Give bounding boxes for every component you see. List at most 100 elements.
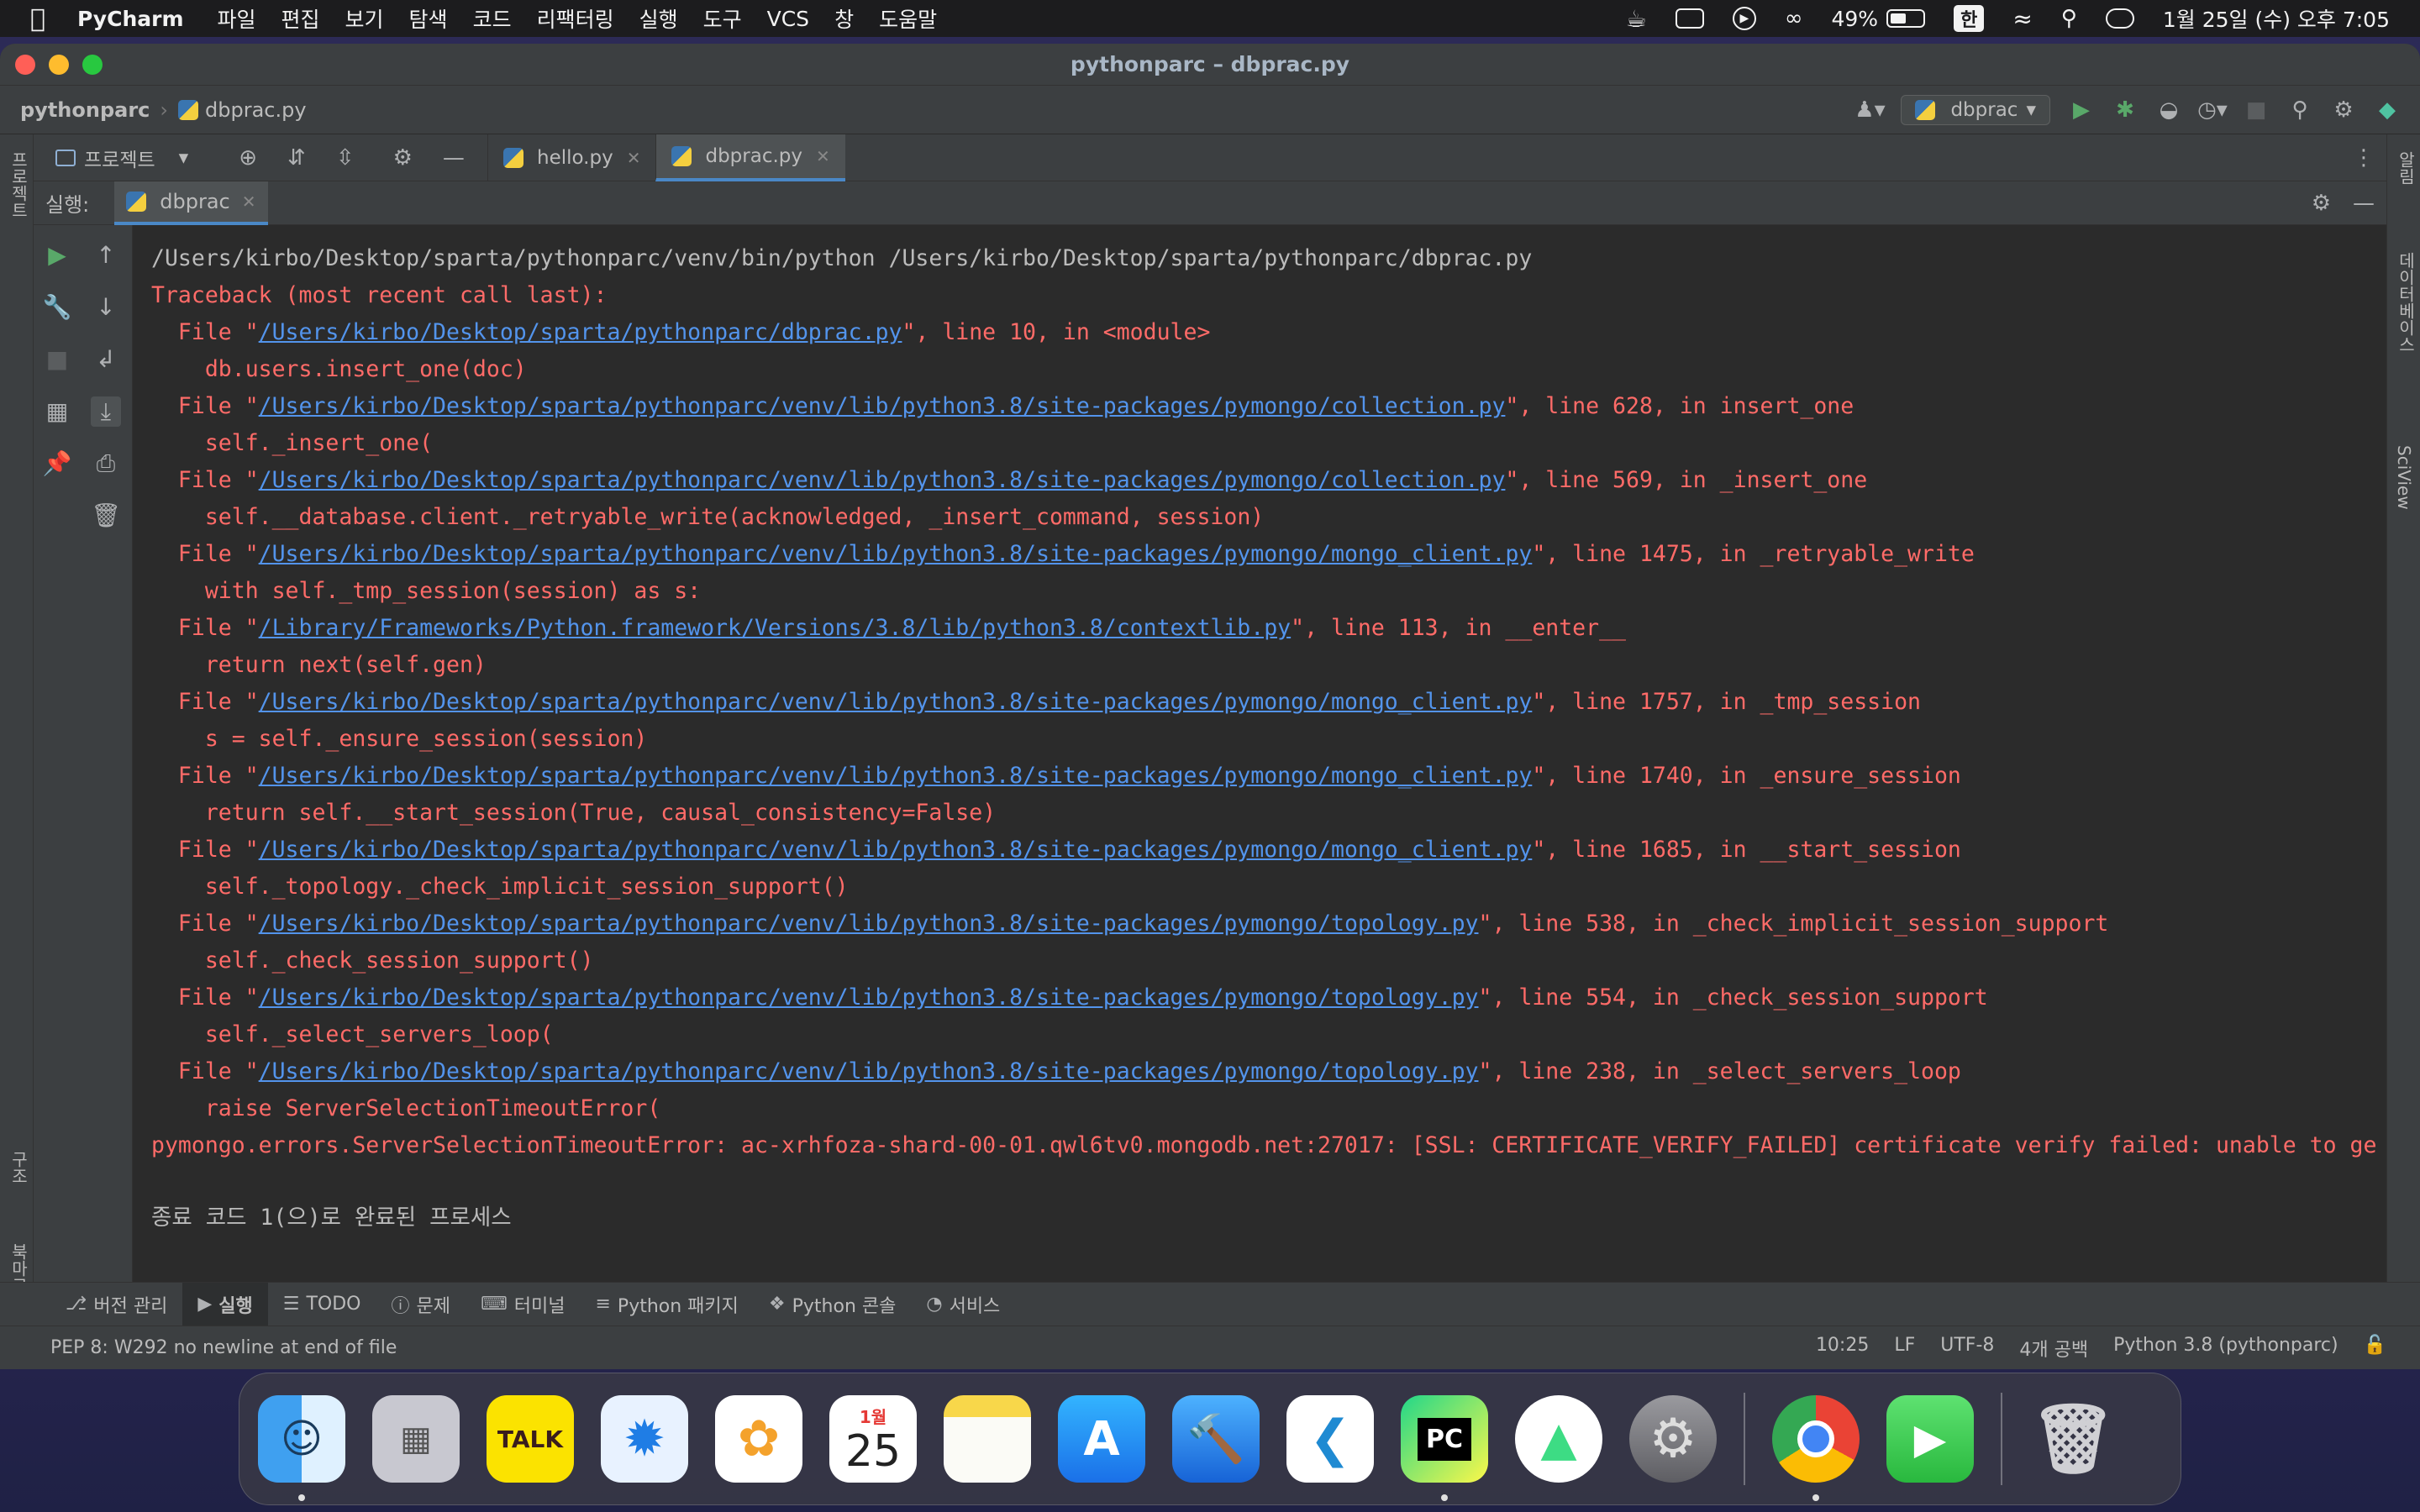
lock-icon[interactable]: 🔓 bbox=[2364, 1335, 2386, 1362]
minimize-window-button[interactable] bbox=[49, 54, 69, 75]
run-settings-gear-icon[interactable]: ⚙ bbox=[2312, 191, 2331, 216]
layout-icon[interactable]: ▦ bbox=[42, 396, 72, 427]
rerun-icon[interactable]: ▶ bbox=[42, 240, 72, 270]
menu-edit[interactable]: 편집 bbox=[281, 3, 320, 34]
hide-panel-icon[interactable]: — bbox=[443, 145, 465, 171]
chrome-app-icon[interactable] bbox=[1772, 1395, 1860, 1501]
indent-setting[interactable]: 4개 공백 bbox=[2019, 1335, 2088, 1362]
tool-window-info[interactable]: ⓘ 문제 bbox=[376, 1283, 466, 1326]
breadcrumb-project[interactable]: pythonparc bbox=[20, 98, 150, 122]
run-configuration-select[interactable]: dbprac ▾ bbox=[1901, 94, 2050, 125]
wifi-icon[interactable]: ≈ bbox=[2012, 5, 2032, 33]
safari-app-icon[interactable]: ✹ bbox=[601, 1395, 688, 1483]
profile-button[interactable]: ◷▾ bbox=[2197, 97, 2228, 123]
menu-tools[interactable]: 도구 bbox=[703, 3, 742, 34]
menu-help[interactable]: 도움말 bbox=[879, 3, 937, 34]
close-window-button[interactable] bbox=[15, 54, 35, 75]
tool-window-services[interactable]: ◔ 서비스 bbox=[911, 1283, 1015, 1326]
battery-status[interactable]: 49% bbox=[1832, 7, 1926, 31]
pycharm-app-icon[interactable]: PC bbox=[1401, 1395, 1488, 1501]
traceback-file-link[interactable]: /Users/kirbo/Desktop/sparta/pythonparc/d… bbox=[259, 319, 902, 345]
calendar-app-icon[interactable]: 1월 25 bbox=[829, 1395, 917, 1483]
close-tab-icon[interactable]: ✕ bbox=[816, 146, 830, 166]
app-store-app-icon[interactable]: A bbox=[1058, 1395, 1145, 1483]
menu-window[interactable]: 창 bbox=[834, 3, 854, 34]
launchpad-app-icon[interactable]: ▦ bbox=[372, 1395, 460, 1483]
project-tool-label[interactable]: 프로젝트 bbox=[7, 151, 31, 218]
coverage-button[interactable]: ◒ bbox=[2156, 97, 2181, 123]
arrow-down-icon[interactable]: ↓ bbox=[91, 292, 121, 323]
tab-dbprac-py[interactable]: dbprac.py ✕ bbox=[655, 134, 845, 181]
settings-gear-icon[interactable]: ⚙ bbox=[2331, 97, 2356, 123]
control-center-icon[interactable] bbox=[2105, 8, 2134, 29]
breadcrumb-file[interactable]: dbprac.py bbox=[205, 98, 307, 122]
trash-icon[interactable]: 🗑 bbox=[2029, 1395, 2117, 1483]
traceback-file-link[interactable]: /Users/kirbo/Desktop/sparta/pythonparc/v… bbox=[259, 1058, 1479, 1084]
screen-mirror-icon[interactable] bbox=[1675, 8, 1704, 29]
options-gear-icon[interactable]: ⚙ bbox=[393, 145, 413, 171]
hide-run-panel-icon[interactable]: — bbox=[2353, 191, 2375, 216]
tool-window-branch[interactable]: ⎇ 버전 관리 bbox=[50, 1283, 182, 1326]
search-everywhere-icon[interactable]: ⚲ bbox=[2287, 97, 2312, 123]
project-view-dropdown[interactable]: 프로젝트 ▾ ⊕ ⇵ ⇳ ⚙ — bbox=[34, 144, 487, 172]
tool-window-play[interactable]: ▶ 실행 bbox=[182, 1282, 268, 1326]
traceback-file-link[interactable]: /Users/kirbo/Desktop/sparta/pythonparc/v… bbox=[259, 689, 1533, 715]
scroll-to-end-icon[interactable]: ⤓ bbox=[91, 396, 121, 427]
system-settings-app-icon[interactable]: ⚙ bbox=[1629, 1395, 1717, 1483]
traceback-file-link[interactable]: /Library/Frameworks/Python.framework/Ver… bbox=[259, 615, 1292, 641]
tool-window-layers[interactable]: ≡ Python 패키지 bbox=[580, 1283, 753, 1326]
notifications-tool-label[interactable]: 알림 bbox=[2394, 151, 2418, 185]
media-play-icon[interactable]: ▶ bbox=[1732, 7, 1756, 30]
sciview-tool-label[interactable]: SciView bbox=[2394, 445, 2414, 510]
facetime-app-icon[interactable]: ▶ bbox=[1886, 1395, 1974, 1483]
menu-navigate[interactable]: 탐색 bbox=[409, 3, 448, 34]
python-interpreter[interactable]: Python 3.8 (pythonparc) bbox=[2113, 1335, 2338, 1362]
menu-file[interactable]: 파일 bbox=[218, 3, 256, 34]
photos-app-icon[interactable]: ✿ bbox=[715, 1395, 802, 1483]
database-tool-label[interactable]: 데이터베이스 bbox=[2394, 252, 2418, 353]
menu-run[interactable]: 실행 bbox=[639, 3, 678, 34]
tool-window-list[interactable]: ☰ TODO bbox=[268, 1283, 376, 1326]
edit-config-wrench-icon[interactable]: 🔧 bbox=[42, 292, 72, 323]
coffee-cup-icon[interactable]: ☕ bbox=[1626, 5, 1647, 33]
notes-app-icon[interactable] bbox=[944, 1395, 1031, 1483]
menu-app-name[interactable]: PyCharm bbox=[77, 7, 183, 31]
spotlight-search-icon[interactable]: ⚲ bbox=[2061, 6, 2077, 31]
debug-button[interactable]: ✱ bbox=[2112, 97, 2138, 123]
menu-refactor[interactable]: 리팩터링 bbox=[537, 3, 614, 34]
menu-code[interactable]: 코드 bbox=[473, 3, 512, 34]
apple-menu-icon[interactable]:  bbox=[30, 4, 45, 34]
run-tab-dbprac[interactable]: dbprac ✕ bbox=[114, 181, 268, 225]
clear-trash-icon[interactable]: 🗑 bbox=[91, 501, 121, 531]
tab-hello-py[interactable]: hello.py ✕ bbox=[487, 134, 655, 181]
soft-wrap-icon[interactable]: ↲ bbox=[91, 344, 121, 375]
more-options-icon[interactable]: ⋮ bbox=[2353, 145, 2375, 171]
traceback-file-link[interactable]: /Users/kirbo/Desktop/sparta/pythonparc/v… bbox=[259, 911, 1479, 937]
locate-target-icon[interactable]: ⊕ bbox=[239, 145, 257, 171]
tool-window-python[interactable]: ❖ Python 콘솔 bbox=[754, 1283, 911, 1326]
traceback-file-link[interactable]: /Users/kirbo/Desktop/sparta/pythonparc/v… bbox=[259, 763, 1533, 789]
kakaotalk-app-icon[interactable]: TALK bbox=[487, 1395, 574, 1483]
structure-tool-label[interactable]: 구조 bbox=[7, 1151, 31, 1184]
line-separator[interactable]: LF bbox=[1894, 1335, 1915, 1362]
traceback-file-link[interactable]: /Users/kirbo/Desktop/sparta/pythonparc/v… bbox=[259, 393, 1506, 419]
input-method-indicator[interactable]: 한 bbox=[1954, 5, 1985, 32]
caret-position[interactable]: 10:25 bbox=[1816, 1335, 1869, 1362]
traceback-file-link[interactable]: /Users/kirbo/Desktop/sparta/pythonparc/v… bbox=[259, 541, 1533, 567]
finder-app-icon[interactable]: ☺ bbox=[258, 1395, 345, 1501]
traceback-file-link[interactable]: /Users/kirbo/Desktop/sparta/pythonparc/v… bbox=[259, 837, 1533, 863]
arrow-up-icon[interactable]: ↑ bbox=[91, 240, 121, 270]
android-studio-app-icon[interactable]: ▲ bbox=[1515, 1395, 1602, 1483]
traceback-file-link[interactable]: /Users/kirbo/Desktop/sparta/pythonparc/v… bbox=[259, 984, 1479, 1011]
zoom-window-button[interactable] bbox=[82, 54, 103, 75]
expand-all-icon[interactable]: ⇵ bbox=[287, 145, 306, 171]
link-icon[interactable]: ∞ bbox=[1785, 6, 1803, 31]
file-encoding[interactable]: UTF-8 bbox=[1940, 1335, 1994, 1362]
close-tab-icon[interactable]: ✕ bbox=[242, 192, 256, 212]
close-tab-icon[interactable]: ✕ bbox=[627, 148, 641, 168]
menu-vcs[interactable]: VCS bbox=[767, 7, 809, 31]
status-message[interactable]: PEP 8: W292 no newline at end of file bbox=[50, 1337, 397, 1358]
collapse-all-icon[interactable]: ⇳ bbox=[336, 145, 355, 171]
menubar-clock[interactable]: 1월 25일 (수) 오후 7:05 bbox=[2163, 3, 2390, 34]
traceback-file-link[interactable]: /Users/kirbo/Desktop/sparta/pythonparc/v… bbox=[259, 467, 1506, 493]
